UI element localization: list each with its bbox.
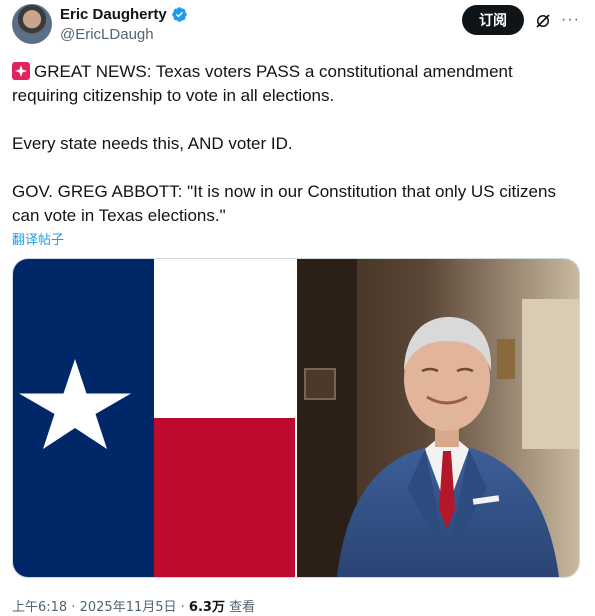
translate-post-link[interactable]: 翻译帖子 xyxy=(12,229,64,248)
author-handle[interactable]: @EricLDaugh xyxy=(60,26,154,43)
author-name-row: Eric Daugherty xyxy=(60,6,188,23)
governor-portrait-image[interactable] xyxy=(297,259,579,577)
media-grid xyxy=(12,258,580,578)
meta-separator: · xyxy=(67,600,80,615)
portrait-graphic xyxy=(297,259,579,577)
subscribe-button[interactable]: 订阅 xyxy=(462,5,524,35)
tweet-date[interactable]: 2025年11月5日 xyxy=(80,600,177,615)
more-icon[interactable]: ··· xyxy=(561,11,580,29)
author-name[interactable]: Eric Daugherty xyxy=(60,6,167,23)
tweet-body: GREAT NEWS: Texas voters PASS a constitu… xyxy=(12,60,582,228)
texas-flag-graphic xyxy=(13,259,295,577)
tweet-line-3: GOV. GREG ABBOTT: "It is now in our Cons… xyxy=(12,182,556,225)
views-label: 查看 xyxy=(229,600,256,615)
avatar[interactable] xyxy=(12,4,52,44)
tweet-paragraph-1: GREAT NEWS: Texas voters PASS a constitu… xyxy=(12,60,582,108)
siren-emoji-icon xyxy=(12,62,30,80)
texas-flag-image[interactable] xyxy=(13,259,295,577)
verified-badge-icon xyxy=(171,7,187,22)
meta-separator-2: · xyxy=(176,600,189,615)
tweet-time[interactable]: 上午6:18 xyxy=(12,600,67,615)
views-count: 6.3万 xyxy=(188,600,225,615)
tweet-line-2: Every state needs this, AND voter ID. xyxy=(12,134,293,153)
tweet-line-1: GREAT NEWS: Texas voters PASS a constitu… xyxy=(12,62,513,105)
grok-icon[interactable] xyxy=(534,12,552,30)
tweet-timestamp: 上午6:18 · 2025年11月5日 · 6.3万 查看 xyxy=(12,596,255,615)
